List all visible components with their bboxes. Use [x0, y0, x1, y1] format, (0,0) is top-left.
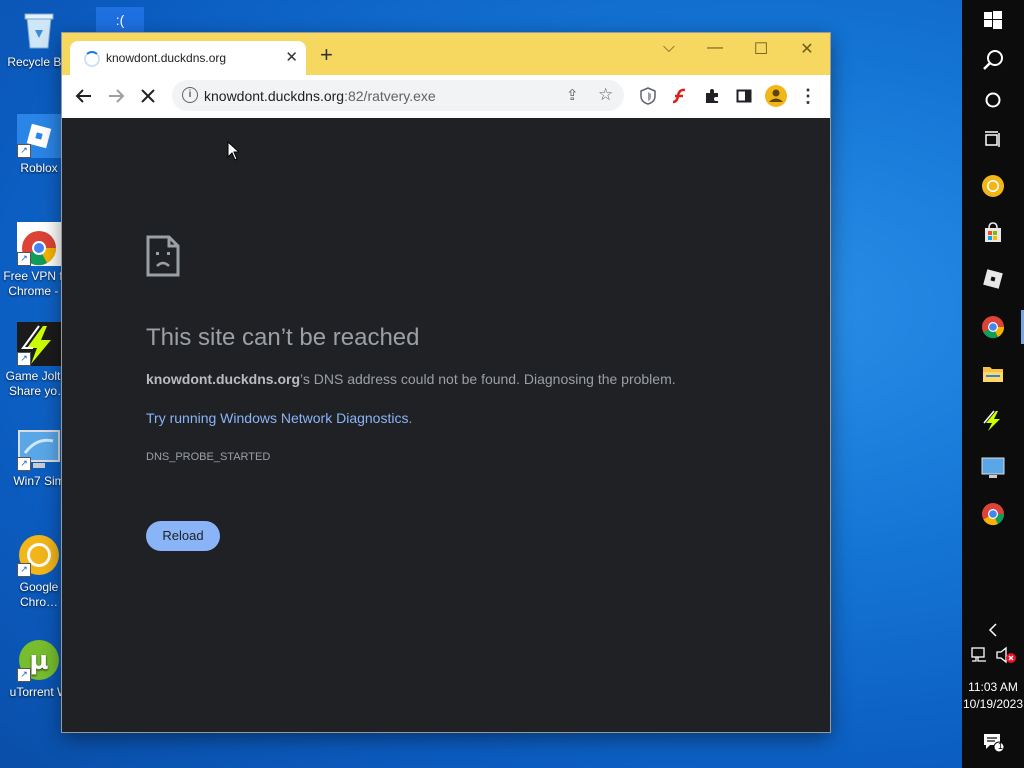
- minimize-button[interactable]: —: [703, 39, 727, 57]
- tab-close-icon[interactable]: ✕: [285, 48, 298, 66]
- error-host: knowdont.duckdns.org: [146, 371, 300, 387]
- shortcut-arrow-icon: ↗: [17, 563, 31, 577]
- vpn-chrome-taskbar-icon[interactable]: [979, 500, 1007, 528]
- url-path: :82/ratvery.exe: [344, 88, 436, 104]
- shortcut-arrow-icon: ↗: [17, 352, 31, 366]
- menu-kebab-icon[interactable]: ⋮: [796, 84, 820, 108]
- roblox-taskbar-icon[interactable]: [979, 265, 1007, 293]
- show-hidden-icons-chevron-icon[interactable]: [979, 616, 1007, 644]
- error-message: knowdont.duckdns.org’s DNS address could…: [146, 371, 676, 387]
- link-period: .: [408, 410, 413, 426]
- game-jolt-icon: ↗: [17, 322, 61, 366]
- chrome-taskbar-icon[interactable]: [979, 313, 1007, 341]
- tab-search-icon[interactable]: ⌵: [657, 39, 681, 57]
- roblox-icon: ↗: [17, 114, 61, 158]
- shortcut-arrow-icon: ↗: [17, 457, 31, 471]
- error-message-rest: ’s DNS address could not be found. Diagn…: [300, 371, 676, 387]
- shortcut-arrow-icon: ↗: [17, 252, 31, 266]
- mouse-cursor-icon: [227, 140, 241, 166]
- win7-sim-icon: ↗: [17, 427, 61, 471]
- action-center-icon[interactable]: 1: [979, 728, 1007, 756]
- site-info-icon[interactable]: i: [182, 87, 198, 103]
- profile-avatar-icon[interactable]: [764, 84, 788, 108]
- url-text: knowdont.duckdns.org:82/ratvery.exe: [204, 88, 436, 104]
- error-code: DNS_PROBE_STARTED: [146, 451, 271, 463]
- error-page: This site can’t be reached knowdont.duck…: [62, 118, 830, 732]
- url-host: knowdont.duckdns.org: [204, 88, 345, 104]
- browser-window: knowdont.duckdns.org ✕ + ⌵ — ☐ ✕ i knowd…: [62, 33, 830, 732]
- bookmark-star-icon[interactable]: ☆: [598, 85, 613, 105]
- error-title: This site can’t be reached: [146, 324, 420, 351]
- file-explorer-icon[interactable]: [979, 360, 1007, 388]
- side-panel-icon[interactable]: [732, 84, 756, 108]
- taskbar: 11:03 AM 10/19/2023 1: [962, 0, 1024, 768]
- loading-spinner-icon: [84, 51, 100, 67]
- network-icon[interactable]: [970, 646, 990, 664]
- recycle-bin-icon: [17, 8, 61, 52]
- background-window-edge: :(: [96, 7, 144, 33]
- cortana-icon[interactable]: [979, 86, 1007, 114]
- svg-text:µ: µ: [29, 646, 48, 676]
- network-diagnostics-container: Try running Windows Network Diagnostics.: [146, 410, 412, 426]
- maximize-button[interactable]: ☐: [749, 39, 773, 59]
- game-jolt-taskbar-icon[interactable]: [979, 407, 1007, 435]
- utorrent-icon: µ ↗: [17, 638, 61, 682]
- chrome-canary-taskbar-icon[interactable]: [979, 172, 1007, 200]
- chrome-canary-icon: ↗: [17, 533, 61, 577]
- chrome-icon: ↗: [17, 222, 61, 266]
- task-view-icon[interactable]: [979, 126, 1007, 154]
- title-bar: knowdont.duckdns.org ✕ + ⌵ — ☐ ✕: [62, 33, 830, 75]
- stop-loading-button[interactable]: [136, 84, 160, 108]
- share-icon[interactable]: ⇪: [566, 86, 579, 104]
- flash-extension-icon[interactable]: [668, 84, 692, 108]
- tab-active[interactable]: knowdont.duckdns.org ✕: [70, 41, 306, 75]
- close-button[interactable]: ✕: [795, 39, 819, 59]
- forward-button[interactable]: [104, 84, 128, 108]
- extensions-puzzle-icon[interactable]: [700, 84, 724, 108]
- shortcut-arrow-icon: ↗: [17, 144, 31, 158]
- tab-title: knowdont.duckdns.org: [106, 51, 227, 65]
- clock-time[interactable]: 11:03 AM: [962, 680, 1024, 695]
- shield-extension-icon[interactable]: [636, 84, 660, 108]
- start-windows-icon[interactable]: [979, 6, 1007, 34]
- win7-sim-taskbar-icon[interactable]: [979, 454, 1007, 482]
- sad-document-icon: [146, 235, 180, 282]
- volume-muted-icon[interactable]: [995, 646, 1017, 664]
- notification-count-badge: 1: [998, 741, 1004, 751]
- clock-date[interactable]: 10/19/2023: [962, 697, 1024, 712]
- toolbar: i knowdont.duckdns.org:82/ratvery.exe ⇪ …: [62, 75, 830, 118]
- reload-button[interactable]: Reload: [146, 521, 220, 551]
- shortcut-arrow-icon: ↗: [17, 668, 31, 682]
- search-icon[interactable]: [979, 46, 1007, 74]
- address-bar[interactable]: i knowdont.duckdns.org:82/ratvery.exe ⇪ …: [172, 80, 624, 111]
- new-tab-button[interactable]: +: [320, 42, 333, 68]
- network-diagnostics-link[interactable]: Try running Windows Network Diagnostics: [146, 410, 408, 426]
- back-button[interactable]: [72, 84, 96, 108]
- store-icon[interactable]: [979, 219, 1007, 247]
